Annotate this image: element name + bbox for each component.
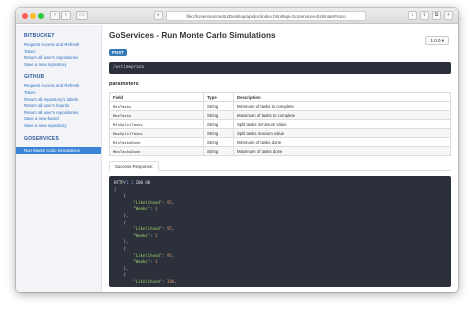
sidebar-item-bitbucket-save-repo[interactable]: Save a new repository bbox=[16, 62, 101, 69]
back-icon[interactable]: ‹ bbox=[50, 11, 60, 20]
privacy-icon[interactable]: ◐ bbox=[154, 11, 163, 20]
main-content: GoServices - Run Monte Carlo Simulations… bbox=[109, 25, 451, 292]
forward-icon[interactable]: › bbox=[61, 11, 71, 20]
download-icon[interactable]: ↓ bbox=[408, 11, 417, 20]
description-cell: Split tasks minimum value bbox=[233, 119, 451, 129]
sidebar-item-github-token[interactable]: Request Access and Refresh bbox=[16, 83, 101, 90]
page-title: GoServices - Run Monte Carlo Simulations bbox=[109, 31, 276, 40]
browser-toolbar: ‹ › ▭ ◐ file:///Users/emmetto/Desktop/ap… bbox=[16, 8, 458, 24]
type-cell: String bbox=[203, 137, 234, 147]
address-bar[interactable]: file:///Users/emmetto/Desktop/apidoc/ind… bbox=[166, 11, 366, 21]
http-protocol: HTTP/ bbox=[114, 180, 127, 185]
table-header-row: Field Type Description bbox=[109, 92, 451, 102]
type-cell: String bbox=[203, 146, 234, 156]
description-cell: Split tasks maxium value bbox=[233, 128, 451, 138]
column-header-description: Description bbox=[233, 92, 451, 102]
type-cell: String bbox=[203, 110, 234, 120]
sidebar-toggle-icon[interactable]: ▭ bbox=[76, 11, 88, 20]
description-cell: Minimum of tasks done bbox=[233, 137, 451, 147]
sidebar-item-github-labels[interactable]: Return all repository's labels bbox=[16, 97, 101, 104]
field-cell: MaxSplitTasks bbox=[109, 128, 204, 138]
field-cell: MaxTasks bbox=[109, 110, 204, 120]
sidebar-item-github-save-repo[interactable]: Save a new repository bbox=[16, 123, 101, 130]
sidebar-nav: BITBUCKET Request Access and Refresh Tok… bbox=[16, 25, 102, 292]
type-cell: String bbox=[203, 119, 234, 129]
close-window-button[interactable] bbox=[22, 13, 28, 19]
new-tab-icon[interactable]: + bbox=[444, 11, 453, 20]
description-cell: Maximum of tasks to complete bbox=[233, 110, 451, 120]
sidebar-item-monte-carlo[interactable]: Run Monte Carlo Simulations bbox=[16, 146, 101, 154]
sidebar-item-github-token-cont[interactable]: Token bbox=[16, 90, 101, 97]
field-cell: MaxTasksDone bbox=[109, 146, 204, 156]
http-status: 200 OK bbox=[133, 180, 151, 185]
response-code-block: HTTP/1.1 200 OK [ { "Likelihood": 95, "W… bbox=[109, 176, 451, 287]
sidebar-item-github-save-board[interactable]: Save a new board bbox=[16, 116, 101, 123]
table-row: MaxTasks String Maximum of tasks to comp… bbox=[109, 110, 451, 120]
version-select[interactable]: 1.0.0 ▾ bbox=[425, 36, 449, 45]
tab-success-response[interactable]: Success-Response: bbox=[109, 161, 160, 171]
share-icon[interactable]: ⇪ bbox=[420, 11, 429, 20]
field-cell: MinTasks bbox=[109, 101, 204, 111]
table-row: MaxSplitTasks String Split tasks maxium … bbox=[109, 128, 451, 138]
sidebar-group-github: GITHUB bbox=[24, 74, 45, 81]
sidebar-group-bitbucket: BITBUCKET bbox=[24, 33, 55, 39]
maximize-window-button[interactable] bbox=[38, 13, 44, 19]
minimize-window-button[interactable] bbox=[30, 13, 36, 19]
sidebar-item-bitbucket-token-cont[interactable]: Token bbox=[16, 49, 101, 56]
parameters-heading: parameters bbox=[109, 81, 139, 87]
sidebar-group-goservices: GOSERVICES bbox=[24, 135, 59, 142]
weeks-value: 3 bbox=[154, 259, 158, 265]
table-row: MaxTasksDone String Maximum of tasks don… bbox=[109, 146, 451, 156]
field-cell: MinSplitTasks bbox=[109, 119, 204, 129]
table-row: MinSplitTasks String Split tasks minimum… bbox=[109, 119, 451, 129]
table-row: MinTasks String Minimum of tasks to comp… bbox=[109, 101, 451, 111]
column-header-field: Field bbox=[109, 92, 204, 102]
tabs-icon[interactable]: ⧉ bbox=[432, 11, 441, 20]
type-cell: String bbox=[203, 101, 234, 111]
response-tabs: Success-Response: bbox=[109, 161, 451, 171]
sidebar-item-github-repos[interactable]: Return all user's repositories bbox=[16, 110, 101, 117]
weeks-value: 3 bbox=[154, 232, 158, 238]
endpoint-path: /estimeprazo bbox=[109, 62, 451, 74]
sidebar-item-bitbucket-token[interactable]: Request Access and Refresh bbox=[16, 42, 101, 49]
description-cell: Minimum of tasks to complete bbox=[233, 101, 451, 111]
column-header-type: Type bbox=[203, 92, 234, 102]
field-cell: MinTasksDone bbox=[109, 137, 204, 147]
sidebar-item-github-boards[interactable]: Return all user's boards bbox=[16, 103, 101, 110]
type-cell: String bbox=[203, 128, 234, 138]
browser-window: ‹ › ▭ ◐ file:///Users/emmetto/Desktop/ap… bbox=[16, 8, 458, 292]
sidebar-item-bitbucket-repos[interactable]: Return all user's repositories bbox=[16, 55, 101, 62]
weeks-value: 3 bbox=[154, 206, 158, 212]
table-row: MinTasksDone String Minimum of tasks don… bbox=[109, 137, 451, 147]
description-cell: Maximum of tasks done bbox=[233, 146, 451, 156]
parameters-table: Field Type Description MinTasks String M… bbox=[109, 92, 451, 156]
method-badge: POST bbox=[109, 49, 127, 56]
